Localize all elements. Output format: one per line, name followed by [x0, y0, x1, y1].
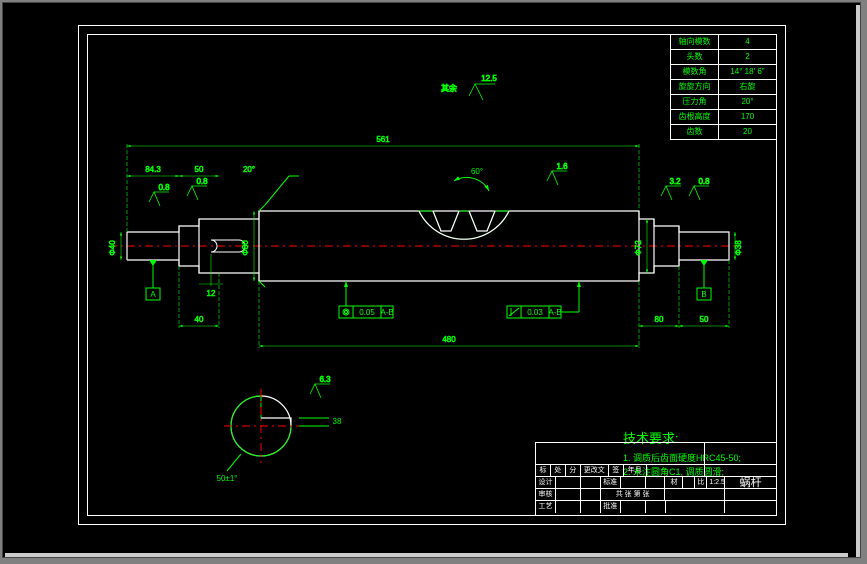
svg-text:Φ72: Φ72 [634, 240, 643, 256]
svg-text:80: 80 [655, 315, 664, 324]
svg-text:38: 38 [333, 417, 342, 426]
svg-text:Φ80: Φ80 [241, 240, 250, 256]
svg-text:40: 40 [195, 315, 204, 324]
svg-text:84.3: 84.3 [145, 165, 161, 174]
svg-text:0.03: 0.03 [527, 308, 543, 317]
svg-text:12.5: 12.5 [481, 74, 497, 83]
cad-canvas[interactable]: 轴向模数4头数2模数角14° 18' 6"旋旋方向右旋压力角20°齿根高度170… [2, 2, 861, 558]
svg-text:0.8: 0.8 [196, 177, 208, 186]
vertical-scrollbar[interactable] [856, 5, 860, 557]
horizontal-scrollbar[interactable] [5, 553, 848, 557]
fcf-1: 0.05 A-B [339, 281, 394, 318]
svg-text:B: B [701, 290, 706, 299]
drawing-frame: 轴向模数4头数2模数角14° 18' 6"旋旋方向右旋压力角20°齿根高度170… [78, 25, 786, 525]
svg-text:60°: 60° [471, 167, 483, 176]
worm-section [419, 211, 509, 239]
svg-text:其余: 其余 [441, 83, 457, 93]
svg-text:A-B: A-B [548, 308, 561, 317]
svg-text:561: 561 [376, 135, 390, 144]
svg-text:480: 480 [442, 335, 456, 344]
drawing-svg: 60° Φ40 Φ80 Φ72 Φ38 561 8 [79, 26, 787, 526]
svg-text:50±1°: 50±1° [217, 474, 238, 483]
svg-text:50: 50 [700, 315, 709, 324]
datum-b: B [697, 260, 711, 300]
svg-text:0.8: 0.8 [158, 183, 170, 192]
svg-text:A-B: A-B [380, 308, 393, 317]
svg-text:0.8: 0.8 [698, 177, 710, 186]
fcf-2: 0.03 A-B [507, 281, 579, 318]
datum-a: A [146, 260, 160, 300]
svg-text:12: 12 [207, 289, 216, 298]
svg-text:3.2: 3.2 [669, 177, 681, 186]
svg-text:A: A [150, 290, 156, 299]
svg-text:20°: 20° [243, 165, 255, 174]
svg-text:0.05: 0.05 [359, 308, 375, 317]
svg-text:Φ40: Φ40 [108, 240, 117, 256]
section-view: 38 50±1° [217, 389, 342, 483]
svg-text:6.3: 6.3 [319, 375, 331, 384]
roughness-symbols: 其余 12.5 0.8 0.8 1.6 3.2 0.8 6.3 [149, 74, 710, 398]
svg-text:1.6: 1.6 [556, 162, 568, 171]
svg-text:50: 50 [195, 165, 204, 174]
svg-text:Φ38: Φ38 [734, 240, 743, 256]
